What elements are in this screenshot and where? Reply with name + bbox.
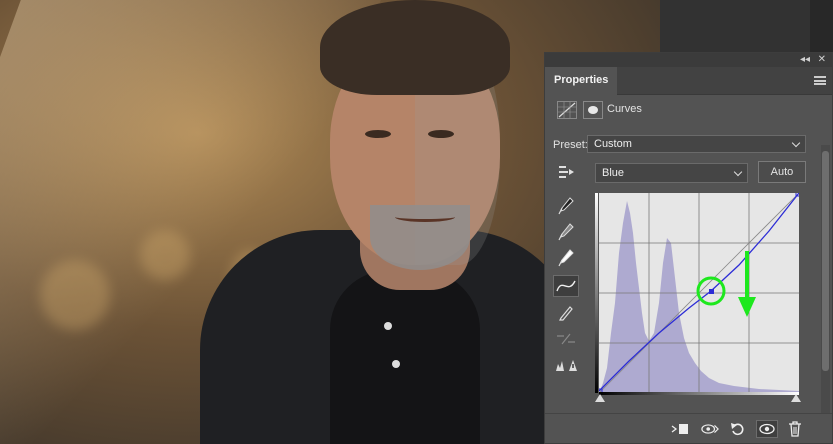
auto-button[interactable]: Auto [758,161,806,183]
chevron-down-icon [791,138,801,148]
down-arrow-annotation [738,251,756,317]
pencil-icon[interactable] [553,302,579,324]
trash-icon[interactable] [786,420,804,438]
panel-footer [545,413,832,443]
collapse-icon[interactable]: ◂◂ [800,53,810,67]
panel-menu-icon[interactable] [814,76,826,85]
output-gradient [595,193,598,393]
adjustment-header: Curves [545,95,832,123]
workspace-background [660,0,833,52]
preset-value: Custom [594,138,632,150]
adjustment-layer-icon[interactable] [557,101,577,119]
shirt-button [384,322,392,330]
panel-scrollbar[interactable] [821,145,830,417]
photoshop-workspace: ◂◂ ✕ Properties Curves Preset: Custom Bl… [0,0,833,444]
panel-tab-row: Properties [545,67,832,95]
hair [320,0,510,95]
tab-properties[interactable]: Properties [545,67,618,95]
eye-right [428,130,454,138]
black-eyedropper-icon[interactable] [553,195,579,217]
preset-dropdown[interactable]: Custom [587,135,806,153]
curve-points-icon[interactable] [553,275,579,297]
properties-panel: ◂◂ ✕ Properties Curves Preset: Custom Bl… [544,52,833,444]
reset-icon[interactable] [729,420,747,438]
curves-svg[interactable] [599,193,799,393]
tshirt [330,270,480,444]
clip-to-layer-icon[interactable] [671,420,689,438]
curve-point-selected[interactable] [709,289,714,294]
smooth-icon [553,328,579,350]
chevron-down-icon [733,167,743,177]
white-eyedropper-icon[interactable] [553,247,579,269]
mask-icon[interactable] [583,101,603,119]
shirt-button [392,360,400,368]
channel-dropdown[interactable]: Blue [595,163,748,183]
view-previous-icon[interactable] [701,420,719,438]
input-gradient [599,392,799,395]
gray-eyedropper-icon[interactable] [553,221,579,243]
on-image-adjust-icon[interactable] [553,161,579,183]
mouth [395,212,455,222]
eye-left [365,130,391,138]
curves-graph[interactable] [599,193,799,393]
bokeh [140,230,190,280]
panel-title-bar: ◂◂ ✕ [545,53,832,67]
clipping-warning-icon[interactable] [553,354,579,376]
preset-label: Preset: [553,139,588,151]
bokeh [40,260,110,330]
panel-dock-edge [810,0,833,52]
channel-value: Blue [602,167,625,179]
visibility-icon[interactable] [756,420,778,438]
white-point-slider[interactable] [791,394,801,402]
close-icon[interactable]: ✕ [818,53,826,67]
scrollbar-thumb[interactable] [822,151,829,371]
black-point-slider[interactable] [595,394,605,402]
adjustment-title: Curves [607,103,642,115]
